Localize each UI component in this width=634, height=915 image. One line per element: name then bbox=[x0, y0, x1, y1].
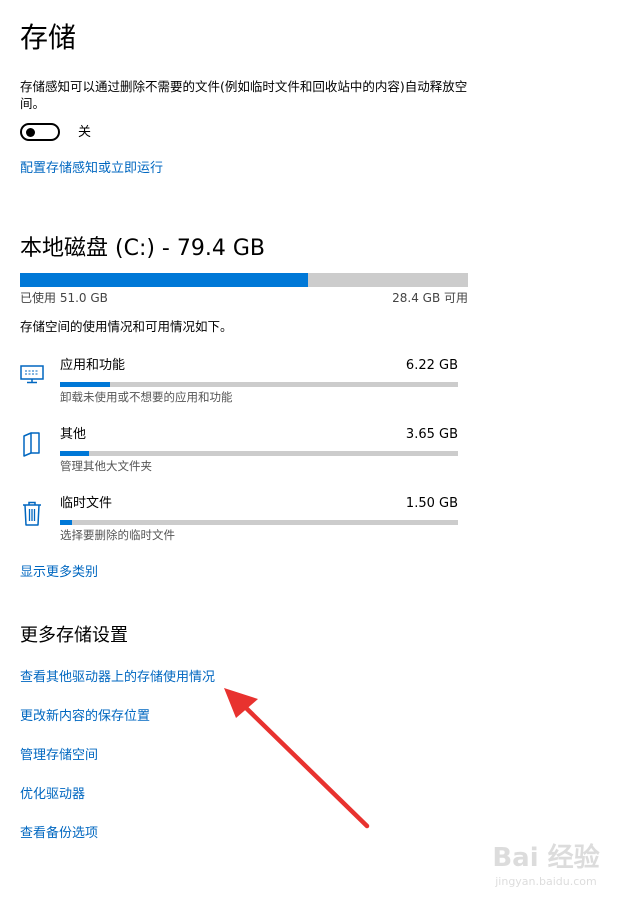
category-apps[interactable]: 应用和功能 6.22 GB 卸载未使用或不想要的应用和功能 bbox=[60, 357, 458, 407]
show-more-categories-link[interactable]: 显示更多类别 bbox=[20, 564, 98, 582]
drive-used-label: 已使用 51.0 GB bbox=[20, 291, 108, 305]
trash-icon bbox=[22, 501, 42, 527]
category-size: 1.50 GB bbox=[405, 496, 458, 511]
category-usage-fill bbox=[60, 451, 89, 456]
category-usage-fill bbox=[60, 382, 110, 387]
more-settings-title: 更多存储设置 bbox=[20, 625, 128, 646]
watermark-subtext: jingyan.baidu.com bbox=[495, 875, 597, 888]
toggle-knob bbox=[26, 128, 35, 137]
drive-free-label: 28.4 GB 可用 bbox=[392, 291, 468, 305]
configure-storage-sense-link[interactable]: 配置存储感知或立即运行 bbox=[20, 160, 163, 178]
page-title: 存储 bbox=[20, 21, 77, 54]
category-name: 应用和功能 bbox=[60, 358, 126, 373]
category-usage-bar bbox=[60, 382, 458, 387]
watermark-logo-text: Bai 经验 bbox=[492, 843, 600, 873]
manage-storage-spaces-link[interactable]: 管理存储空间 bbox=[20, 747, 98, 765]
category-size: 3.65 GB bbox=[405, 427, 458, 442]
baidu-watermark: Bai 经验 jingyan.baidu.com bbox=[486, 842, 606, 906]
storage-sense-toggle[interactable] bbox=[20, 123, 60, 141]
drive-usage-bar bbox=[20, 273, 468, 287]
toggle-state-label: 关 bbox=[78, 125, 92, 140]
optimize-drives-link[interactable]: 优化驱动器 bbox=[20, 786, 85, 804]
category-name: 临时文件 bbox=[60, 496, 113, 511]
category-usage-bar bbox=[60, 520, 458, 525]
view-other-drives-link[interactable]: 查看其他驱动器上的存储使用情况 bbox=[20, 669, 215, 687]
category-usage-fill bbox=[60, 520, 72, 525]
folder-icon bbox=[22, 431, 42, 457]
monitor-icon bbox=[20, 364, 44, 384]
category-description: 选择要删除的临时文件 bbox=[60, 528, 175, 542]
change-save-location-link[interactable]: 更改新内容的保存位置 bbox=[20, 708, 150, 726]
category-name: 其他 bbox=[60, 427, 87, 442]
storage-sense-description: 存储感知可以通过删除不需要的文件(例如临时文件和回收站中的内容)自动释放空间。 bbox=[20, 79, 468, 111]
category-description: 管理其他大文件夹 bbox=[60, 459, 152, 473]
category-other[interactable]: 其他 3.65 GB 管理其他大文件夹 bbox=[60, 426, 458, 476]
category-description: 卸载未使用或不想要的应用和功能 bbox=[60, 390, 233, 404]
drive-summary: 存储空间的使用情况和可用情况如下。 bbox=[20, 319, 233, 334]
category-usage-bar bbox=[60, 451, 458, 456]
category-size: 6.22 GB bbox=[405, 358, 458, 373]
drive-title: 本地磁盘 (C:) - 79.4 GB bbox=[20, 236, 265, 261]
category-temp-files[interactable]: 临时文件 1.50 GB 选择要删除的临时文件 bbox=[60, 495, 458, 545]
view-backup-options-link[interactable]: 查看备份选项 bbox=[20, 825, 98, 843]
drive-usage-fill bbox=[20, 273, 308, 287]
